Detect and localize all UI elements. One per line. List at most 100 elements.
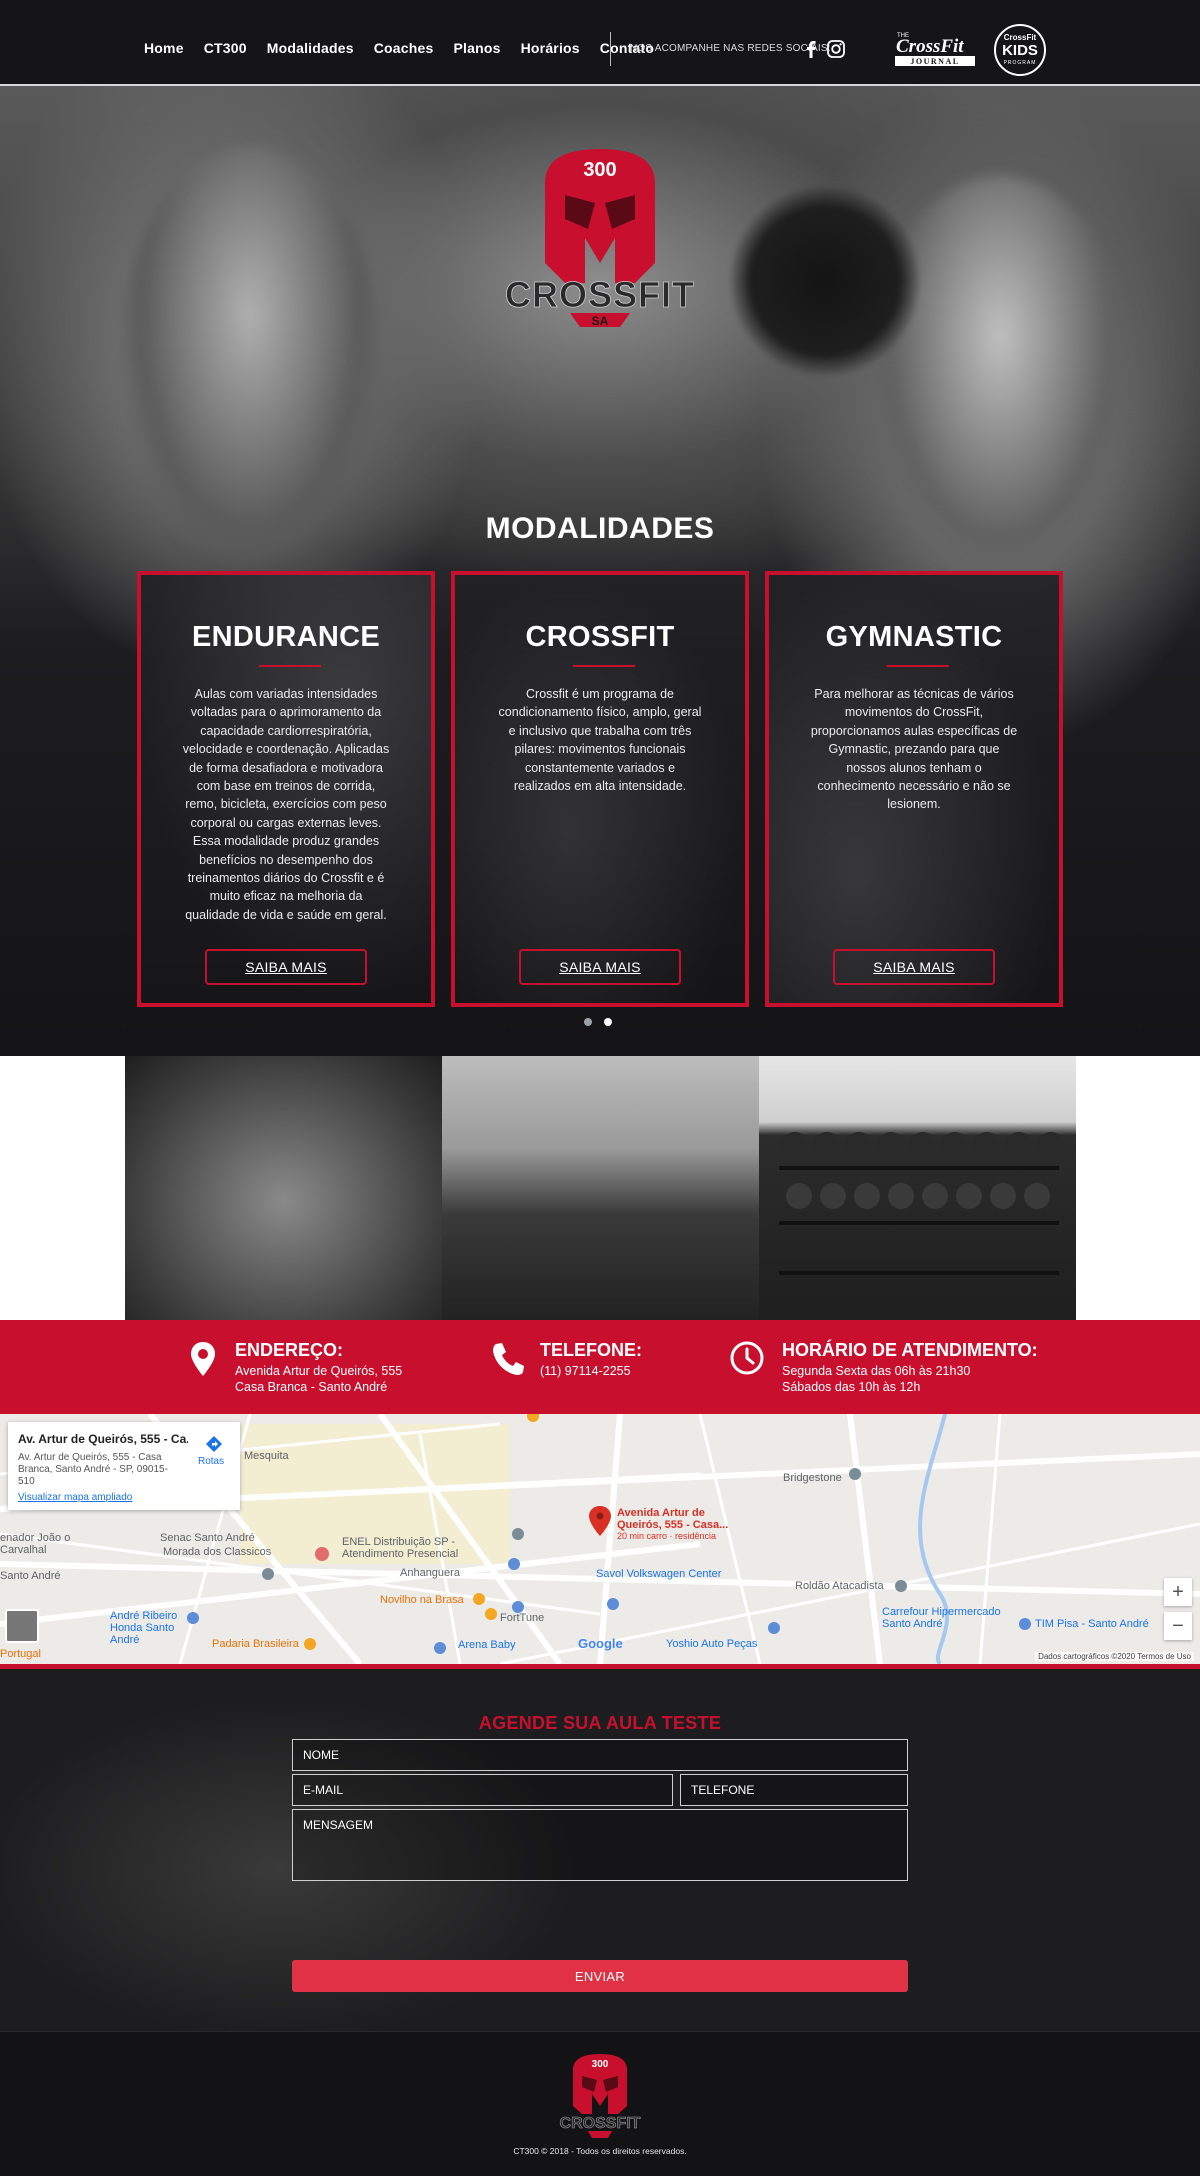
phone-input[interactable] [680, 1774, 908, 1806]
footer-logo-word: CROSSFIT [560, 2115, 641, 2132]
card-divider [887, 665, 949, 667]
saiba-mais-button[interactable]: SAIBA MAIS [833, 949, 995, 985]
card-title: CROSSFIT [525, 621, 675, 653]
nav-ct300[interactable]: CT300 [204, 40, 247, 56]
map-place: Morada dos Classicos [163, 1546, 272, 1558]
clock-icon [730, 1341, 764, 1375]
card-text: Aulas com variadas intensidades voltadas… [182, 687, 390, 922]
map-routes-label[interactable]: Rotas [198, 1456, 224, 1467]
journal-logo-bottom: JOURNAL [910, 57, 959, 66]
map-place: FortTune [500, 1612, 545, 1624]
zoom-in-button[interactable]: + [1164, 1578, 1192, 1606]
contact-info-bar: ENDEREÇO: Avenida Artur de Queirós, 555 … [0, 1320, 1200, 1414]
map-place: Mesquita [244, 1450, 289, 1462]
crossfit-journal-logo[interactable]: THE CrossFit JOURNAL [893, 28, 977, 68]
card-title: GYMNASTIC [825, 621, 1003, 653]
card-text: Crossfit é um programa de condicionament… [498, 687, 702, 794]
phone-title: TELEFONE: [540, 1340, 642, 1360]
kids-logo-top: CrossFit [1004, 33, 1037, 42]
top-navbar: Home CT300 Modalidades Coaches Planos Ho… [0, 0, 1200, 86]
map-pin-sub: 20 min carro · residência [617, 1531, 717, 1541]
map-place: Arena Baby [458, 1639, 516, 1651]
google-wordmark: Google [578, 1636, 623, 1651]
hours-weekday: Segunda Sexta das 06h às 21h30 [782, 1364, 971, 1378]
nav-modalidades[interactable]: Modalidades [267, 40, 354, 56]
card-divider [573, 665, 635, 667]
instagram-icon[interactable] [825, 38, 847, 60]
map-place: Yoshio Auto Peças [666, 1638, 758, 1650]
map-info-card: Av. Artur de Queirós, 555 - Ca... Av. Ar… [8, 1422, 240, 1510]
map-place: Novilho na Brasa [380, 1594, 464, 1606]
map-attribution: Dados cartográficos ©2020 Termos de Uso [1035, 1652, 1194, 1661]
map-pin-label: Avenida Artur de Queirós, 555 - Casa... [617, 1507, 729, 1531]
address-line-2: Casa Branca - Santo André [235, 1380, 388, 1394]
kids-logo-main: KIDS [1002, 42, 1038, 59]
nav-home[interactable]: Home [144, 40, 184, 56]
address-line-1: Avenida Artur de Queirós, 555 [235, 1364, 403, 1378]
map-card-title: Av. Artur de Queirós, 555 - Ca... [18, 1432, 188, 1446]
map-place: Santo André [0, 1570, 61, 1582]
saiba-mais-button[interactable]: SAIBA MAIS [519, 949, 681, 985]
logo-word: CROSSFIT [505, 274, 695, 315]
card-text: Para melhorar as técnicas de vários movi… [810, 687, 1018, 812]
gallery-photo-training[interactable] [125, 1056, 442, 1320]
map-place: Anhanguera [400, 1567, 460, 1579]
trial-class-form: AGENDE SUA AULA TESTE ENVIAR [0, 1669, 1200, 2031]
map-card-address: Av. Artur de Queirós, 555 - Casa Branca,… [18, 1452, 168, 1487]
map-place: enador João o Carvalhal [0, 1532, 71, 1556]
hero-section: 300 CROSSFIT SA MODALIDADES ENDURANCE Au… [0, 86, 1200, 1056]
photo-gallery [0, 1056, 1200, 1320]
map-place: ENEL Distribuição SP - Atendimento Prese… [342, 1536, 459, 1560]
hours-saturday: Sábados das 10h às 12h [782, 1380, 921, 1394]
map-enlarge-link[interactable]: Visualizar mapa ampliado [18, 1492, 132, 1503]
footer-logo[interactable]: 300 CROSSFIT [540, 2052, 660, 2138]
gallery-photo-gym[interactable] [442, 1056, 759, 1320]
map-place: Savol Volkswagen Center [596, 1568, 722, 1580]
crossfit-300-logo: 300 CROSSFIT SA [505, 149, 695, 328]
map-place: Carrefour Hipermercado Santo André [882, 1606, 1001, 1630]
modalidades-carousel: ENDURANCE Aulas com variadas intensidade… [137, 571, 1063, 1007]
map-place: André Ribeiro Honda Santo André [110, 1610, 178, 1646]
message-textarea[interactable] [292, 1809, 908, 1881]
email-input[interactable] [292, 1774, 673, 1806]
name-input[interactable] [292, 1739, 908, 1771]
map-place: Bridgestone [783, 1472, 842, 1484]
map-place: TIM Pisa - Santo André [1035, 1618, 1149, 1630]
crossfit-kids-logo[interactable]: CrossFit KIDS PROGRAM [993, 23, 1047, 77]
nav-planos[interactable]: Planos [454, 40, 501, 56]
hero-barbell-plate [730, 186, 920, 376]
carousel-dot[interactable] [584, 1018, 592, 1026]
carousel-dot-active[interactable] [604, 1018, 612, 1026]
journal-logo-main: CrossFit [896, 36, 964, 57]
directions-icon[interactable] [204, 1434, 224, 1454]
saiba-mais-button[interactable]: SAIBA MAIS [205, 949, 367, 985]
google-map[interactable]: Avenida Artur de Queirós, 555 - Casa... … [0, 1414, 1200, 1664]
hero-athlete-left [120, 146, 380, 566]
copyright: CT300 © 2018 - Todos os direitos reserva… [513, 2146, 687, 2156]
zoom-out-button[interactable]: − [1164, 1612, 1192, 1640]
submit-button[interactable]: ENVIAR [292, 1960, 908, 1992]
page: Home CT300 Modalidades Coaches Planos Ho… [0, 0, 1200, 2176]
map-place: Padaria Brasileira [212, 1638, 299, 1650]
map-place: Senac Santo André [160, 1532, 255, 1544]
form-title: AGENDE SUA AULA TESTE [478, 1713, 722, 1733]
logo-number: 300 [583, 159, 616, 181]
nav-horarios[interactable]: Horários [521, 40, 580, 56]
footer-logo-number: 300 [592, 2059, 609, 2070]
map-place: Portugal [0, 1648, 41, 1660]
nav-coaches[interactable]: Coaches [374, 40, 434, 56]
card-title: ENDURANCE [192, 621, 380, 653]
address-title: ENDEREÇO: [235, 1340, 344, 1360]
gallery-photo-medicine-balls[interactable] [759, 1056, 1076, 1320]
map-place: Roldão Atacadista [795, 1580, 884, 1592]
phone-icon [493, 1343, 524, 1375]
facebook-icon[interactable] [800, 38, 822, 60]
footer: 300 CROSSFIT CT300 © 2018 - Todos os dir… [0, 2031, 1200, 2176]
hours-title: HORÁRIO DE ATENDIMENTO: [782, 1340, 1038, 1360]
main-menu: Home CT300 Modalidades Coaches Planos Ho… [144, 40, 654, 56]
logo-sub: SA [592, 314, 609, 328]
modalidades-title: MODALIDADES [485, 512, 715, 545]
carousel-dots [584, 1018, 612, 1026]
kids-logo-bottom: PROGRAM [1004, 60, 1037, 66]
card-divider [259, 665, 321, 667]
